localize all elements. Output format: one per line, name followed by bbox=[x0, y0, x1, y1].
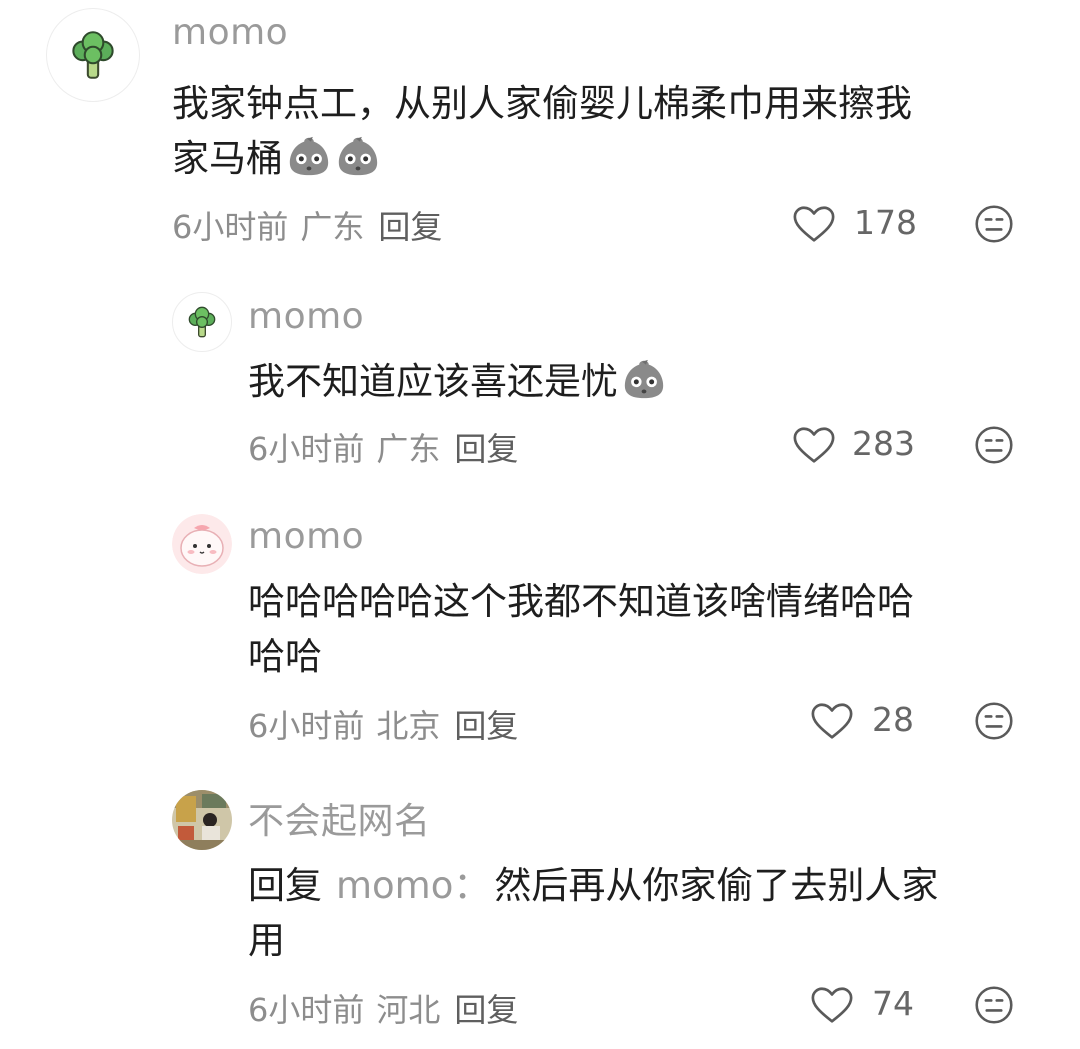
comment-meta: 6小时前 北京 回复 bbox=[248, 701, 518, 747]
comment-location: 广东 bbox=[300, 208, 365, 246]
username[interactable]: momo bbox=[248, 516, 364, 557]
heart-outline-icon[interactable] bbox=[810, 985, 854, 1025]
avatar[interactable] bbox=[172, 514, 232, 574]
username[interactable]: 不会起网名 bbox=[248, 792, 431, 844]
comment-time: 6小时前 bbox=[172, 208, 289, 246]
heart-outline-icon[interactable] bbox=[810, 701, 854, 741]
reply-button[interactable]: 回复 bbox=[454, 991, 518, 1029]
comment-text-line: 我不知道应该喜还是忧 bbox=[248, 354, 667, 409]
broccoli-avatar-icon bbox=[62, 24, 124, 86]
reply-button[interactable]: 回复 bbox=[454, 430, 518, 468]
comment-time: 6小时前 bbox=[248, 707, 365, 745]
broccoli-avatar-icon bbox=[182, 302, 222, 342]
avatar[interactable] bbox=[172, 790, 232, 850]
comment-text-line: 我家钟点工，从别人家偷婴儿棉柔巾用来擦我 bbox=[172, 82, 912, 125]
gray-blob-emoji-icon bbox=[335, 133, 381, 179]
reply-button[interactable]: 回复 bbox=[454, 707, 518, 745]
like-count: 178 bbox=[854, 203, 917, 242]
comment-text-part: 然后再从你家偷了去别人家 bbox=[494, 864, 939, 907]
neutral-face-icon[interactable] bbox=[974, 204, 1014, 244]
comment-meta: 6小时前 广东 回复 bbox=[248, 424, 518, 470]
comment-text-line: 哈哈哈哈哈这个我都不知道该啥情绪哈哈 bbox=[248, 580, 914, 623]
username[interactable]: momo bbox=[172, 12, 288, 53]
like-count: 28 bbox=[872, 700, 914, 739]
comment-text-line: 家马桶 bbox=[172, 131, 912, 186]
comment-time: 6小时前 bbox=[248, 991, 365, 1029]
comment-meta: 6小时前 河北 回复 bbox=[248, 985, 518, 1031]
pink-character-avatar-icon bbox=[172, 514, 232, 574]
photo-avatar-icon bbox=[172, 790, 232, 850]
mention-username[interactable]: momo： bbox=[336, 864, 490, 907]
comment-location: 河北 bbox=[376, 991, 441, 1029]
comment-text-part: 家马桶 bbox=[172, 137, 283, 180]
comment-text: 我家钟点工，从别人家偷婴儿棉柔巾用来擦我 家马桶 bbox=[172, 76, 912, 186]
like-count: 74 bbox=[872, 984, 914, 1023]
comment-location: 广东 bbox=[376, 430, 441, 468]
reply-button[interactable]: 回复 bbox=[378, 208, 442, 246]
like-count: 283 bbox=[852, 424, 915, 463]
comment-meta: 6小时前 广东 回复 bbox=[172, 202, 442, 248]
avatar[interactable] bbox=[172, 292, 232, 352]
heart-outline-icon[interactable] bbox=[792, 204, 836, 244]
comment-text-line: 哈哈 bbox=[248, 635, 322, 678]
gray-blob-emoji-icon bbox=[621, 356, 667, 402]
comment-text-line: 用 bbox=[248, 919, 285, 962]
comment-time: 6小时前 bbox=[248, 430, 365, 468]
comment-text-line: 回复 momo： 然后再从你家偷了去别人家 bbox=[248, 858, 938, 913]
comment-location: 北京 bbox=[376, 707, 441, 745]
reply-prefix: 回复 bbox=[248, 864, 322, 907]
comment-text: 哈哈哈哈哈这个我都不知道该啥情绪哈哈 哈哈 bbox=[248, 574, 914, 684]
avatar[interactable] bbox=[46, 8, 140, 102]
neutral-face-icon[interactable] bbox=[974, 425, 1014, 465]
neutral-face-icon[interactable] bbox=[974, 701, 1014, 741]
comment-text: 回复 momo： 然后再从你家偷了去别人家 用 bbox=[248, 858, 938, 968]
comment-text: 我不知道应该喜还是忧 bbox=[248, 354, 667, 409]
heart-outline-icon[interactable] bbox=[792, 425, 836, 465]
comment-text-part: 我不知道应该喜还是忧 bbox=[248, 360, 618, 403]
neutral-face-icon[interactable] bbox=[974, 985, 1014, 1025]
gray-blob-emoji-icon bbox=[286, 133, 332, 179]
username[interactable]: momo bbox=[248, 296, 364, 337]
